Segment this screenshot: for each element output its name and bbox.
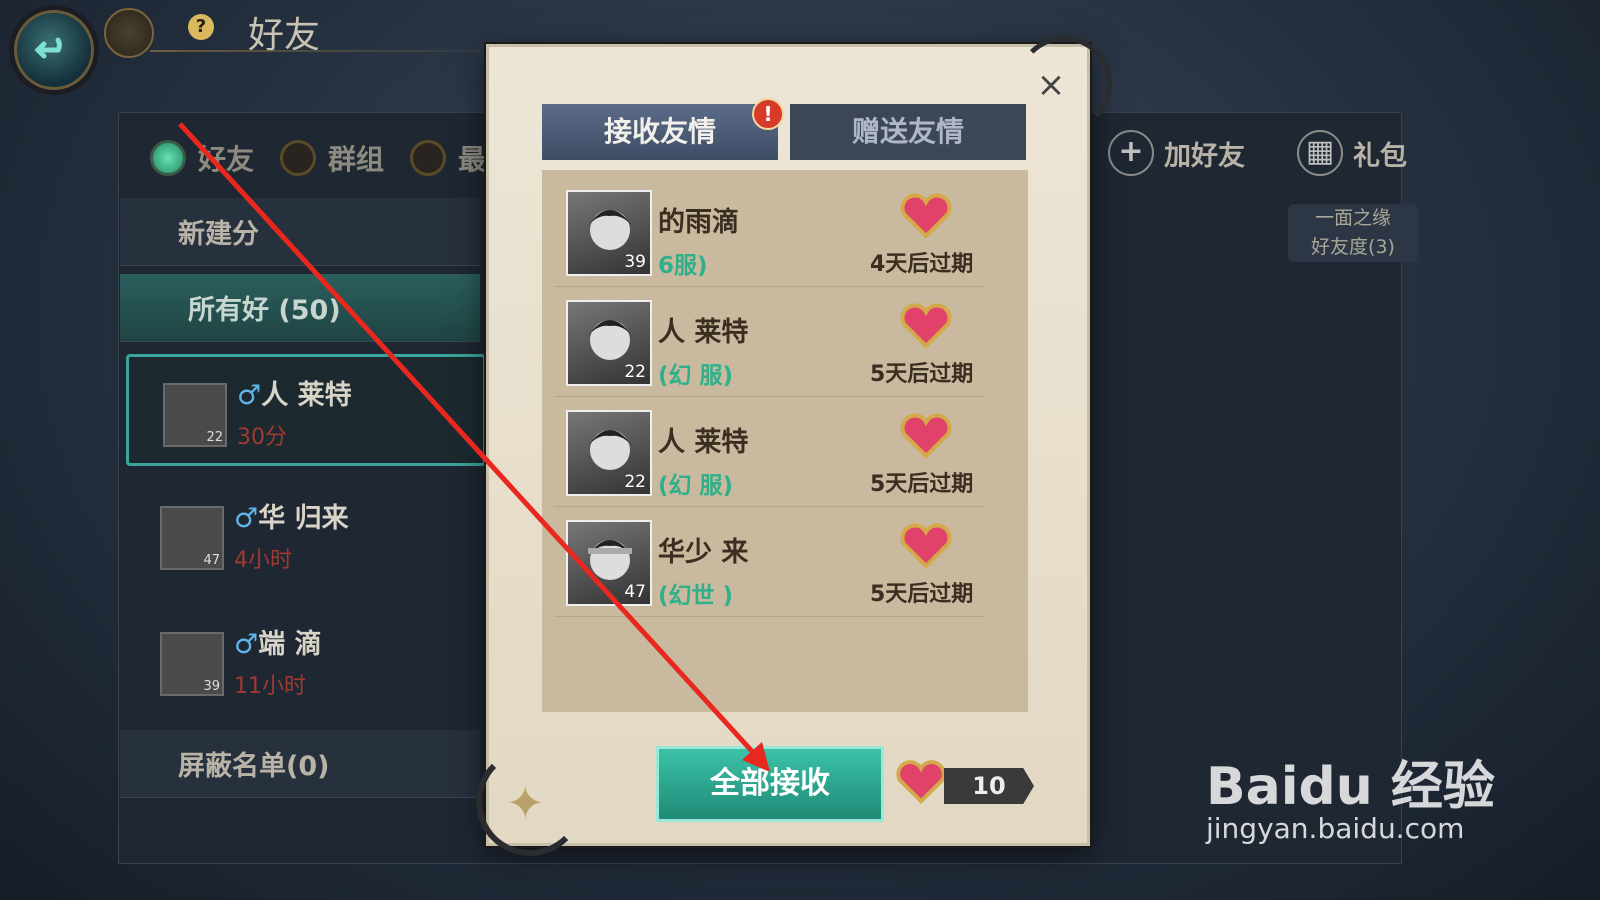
watermark-logo: Baidu 经验: [1206, 757, 1495, 817]
watermark-url: jingyan.baidu.com: [1206, 812, 1465, 845]
